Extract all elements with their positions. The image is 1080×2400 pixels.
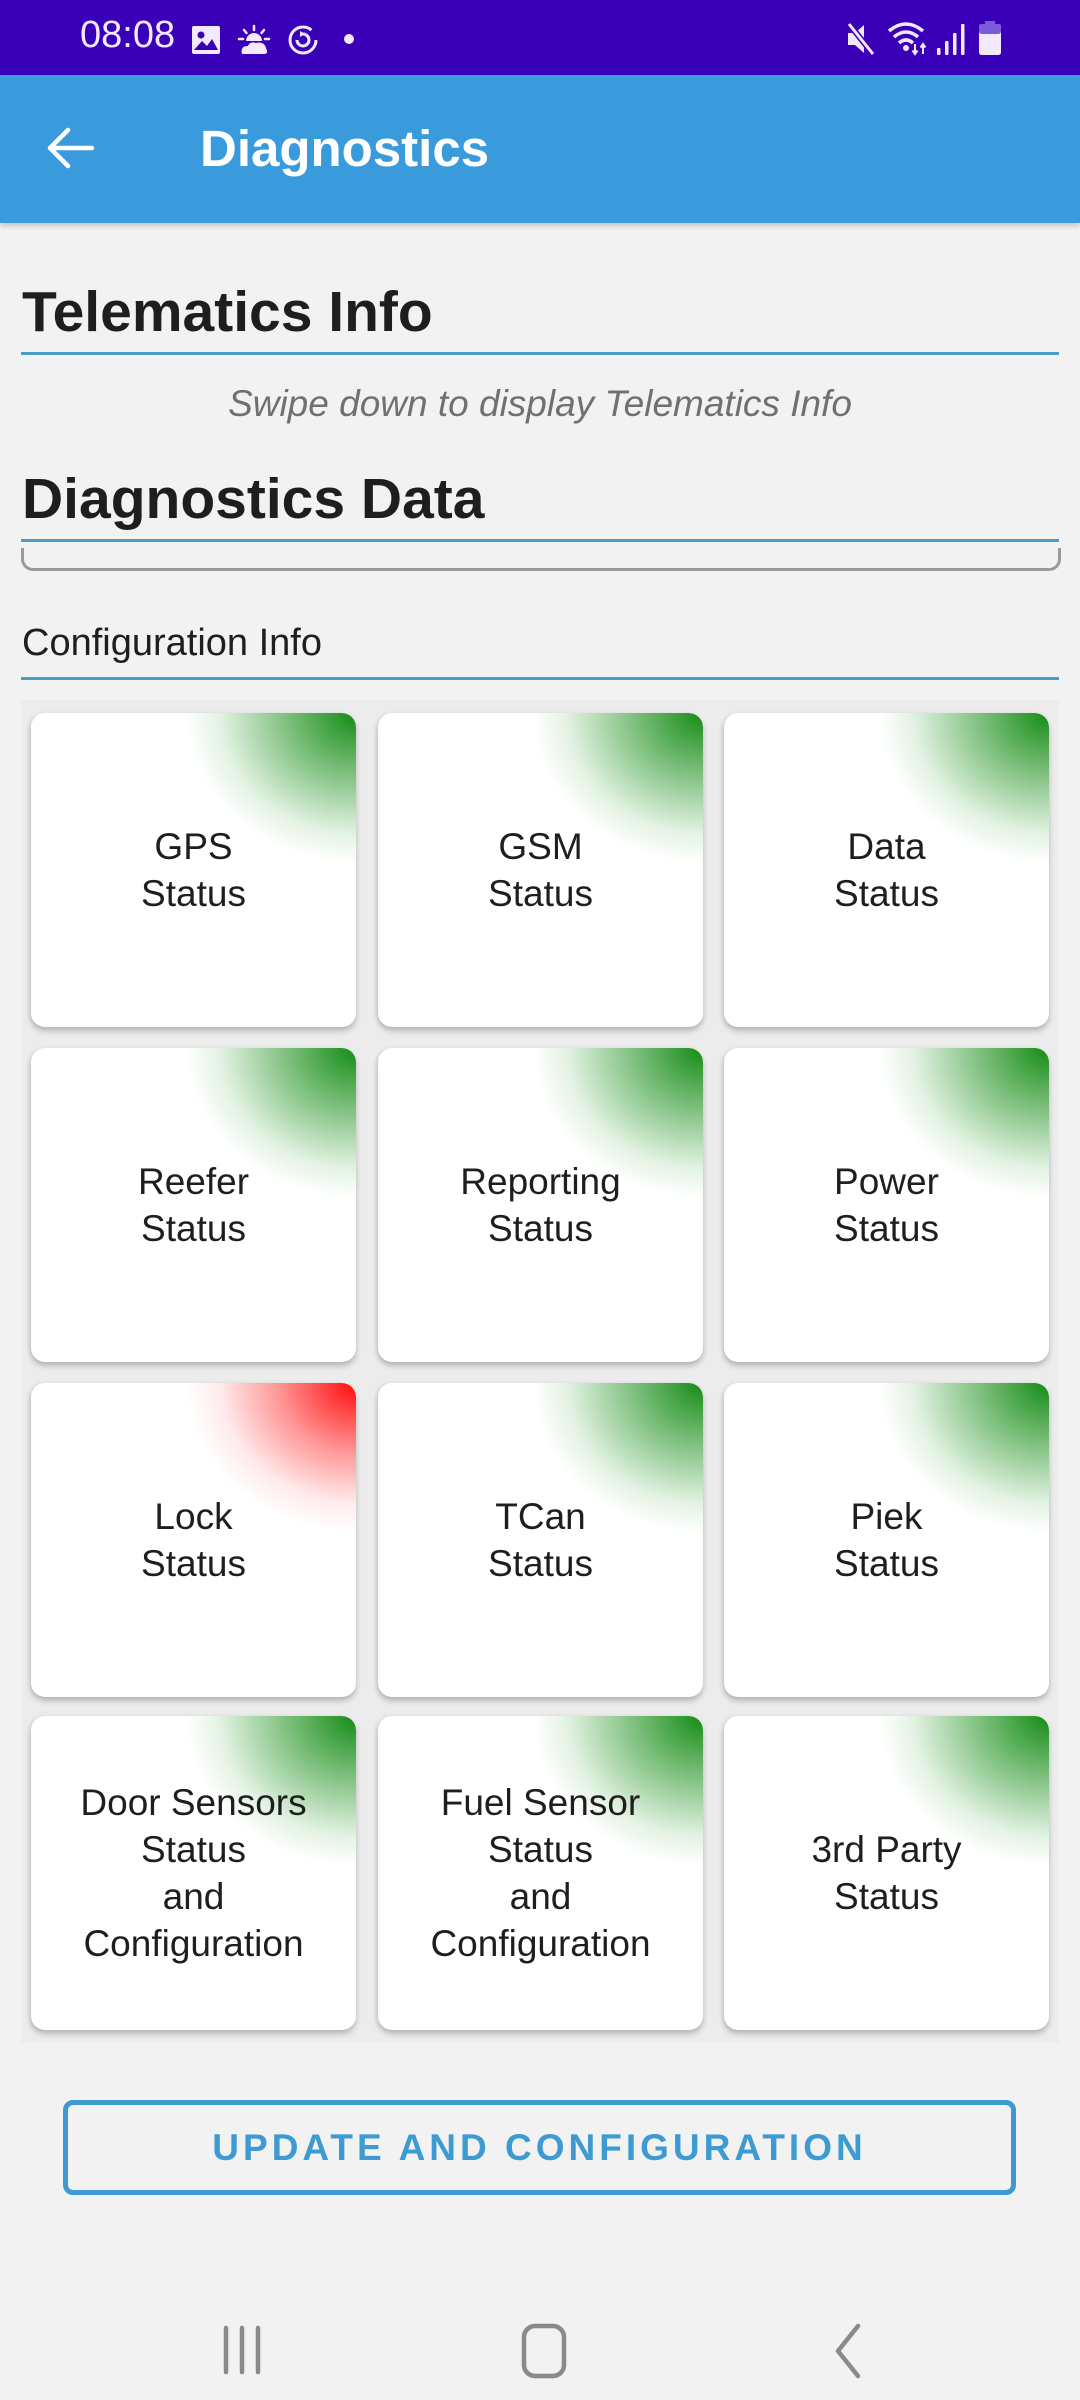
status-card-label: TCan Status — [488, 1496, 593, 1584]
status-card-door-sensors[interactable]: Door Sensors Status and Configuration — [31, 1716, 356, 2030]
status-card-label: Fuel Sensor Status and Configuration — [430, 1782, 651, 1964]
status-card-power[interactable]: Power Status — [724, 1048, 1049, 1362]
signal-icon — [937, 24, 965, 55]
status-card-label: Power Status — [834, 1161, 939, 1249]
weather-icon — [237, 24, 271, 54]
status-card-label: GSM Status — [488, 826, 593, 914]
system-nav-bar — [0, 2280, 1080, 2400]
status-card-lock[interactable]: Lock Status — [31, 1383, 356, 1697]
recents-icon[interactable] — [218, 2320, 266, 2380]
status-time: 08:08 — [80, 14, 176, 56]
status-card-label: Reporting Status — [460, 1161, 621, 1249]
back-arrow-icon[interactable] — [40, 117, 102, 179]
diagnostics-data-panel — [21, 548, 1061, 571]
status-card-gsm[interactable]: GSM Status — [378, 713, 703, 1027]
status-card-gps[interactable]: GPS Status — [31, 713, 356, 1027]
app-bar: Diagnostics — [0, 75, 1080, 223]
diagnostics-divider — [21, 539, 1059, 542]
status-card-reporting[interactable]: Reporting Status — [378, 1048, 703, 1362]
status-card-grid: GPS Status GSM Status Data Status Reefer… — [21, 700, 1059, 2042]
notification-dot-icon — [344, 34, 354, 44]
status-card-label: Piek Status — [834, 1496, 939, 1584]
status-card-tcan[interactable]: TCan Status — [378, 1383, 703, 1697]
status-card-3rd-party[interactable]: 3rd Party Status — [724, 1716, 1049, 2030]
telematics-swipe-hint: Swipe down to display Telematics Info — [228, 383, 852, 424]
telematics-divider — [21, 352, 1059, 355]
status-card-piek[interactable]: Piek Status — [724, 1383, 1049, 1697]
sync-icon — [288, 25, 318, 55]
status-card-label: Lock Status — [141, 1496, 246, 1584]
status-card-fuel-sensor[interactable]: Fuel Sensor Status and Configuration — [378, 1716, 703, 2030]
status-card-label: GPS Status — [141, 826, 246, 914]
status-bar: 08:08 — [0, 0, 1080, 75]
mute-icon — [846, 22, 876, 56]
back-icon[interactable] — [826, 2320, 870, 2382]
gallery-icon — [192, 26, 220, 54]
configuration-divider — [21, 677, 1059, 680]
update-and-configuration-button[interactable]: UPDATE AND CONFIGURATION — [63, 2100, 1016, 2195]
status-card-label: 3rd Party Status — [811, 1829, 962, 1917]
status-card-data[interactable]: Data Status — [724, 713, 1049, 1027]
status-card-label: Data Status — [834, 826, 939, 914]
home-icon[interactable] — [516, 2320, 574, 2382]
status-card-reefer[interactable]: Reefer Status — [31, 1048, 356, 1362]
status-card-label: Door Sensors Status and Configuration — [80, 1782, 307, 1964]
configuration-info-heading: Configuration Info — [22, 622, 322, 664]
status-card-label: Reefer Status — [137, 1161, 250, 1249]
page-title: Diagnostics — [200, 120, 490, 177]
diagnostics-data-heading: Diagnostics Data — [22, 467, 485, 531]
battery-icon — [979, 21, 1001, 55]
wifi-icon — [887, 22, 927, 56]
telematics-info-heading: Telematics Info — [22, 280, 433, 344]
